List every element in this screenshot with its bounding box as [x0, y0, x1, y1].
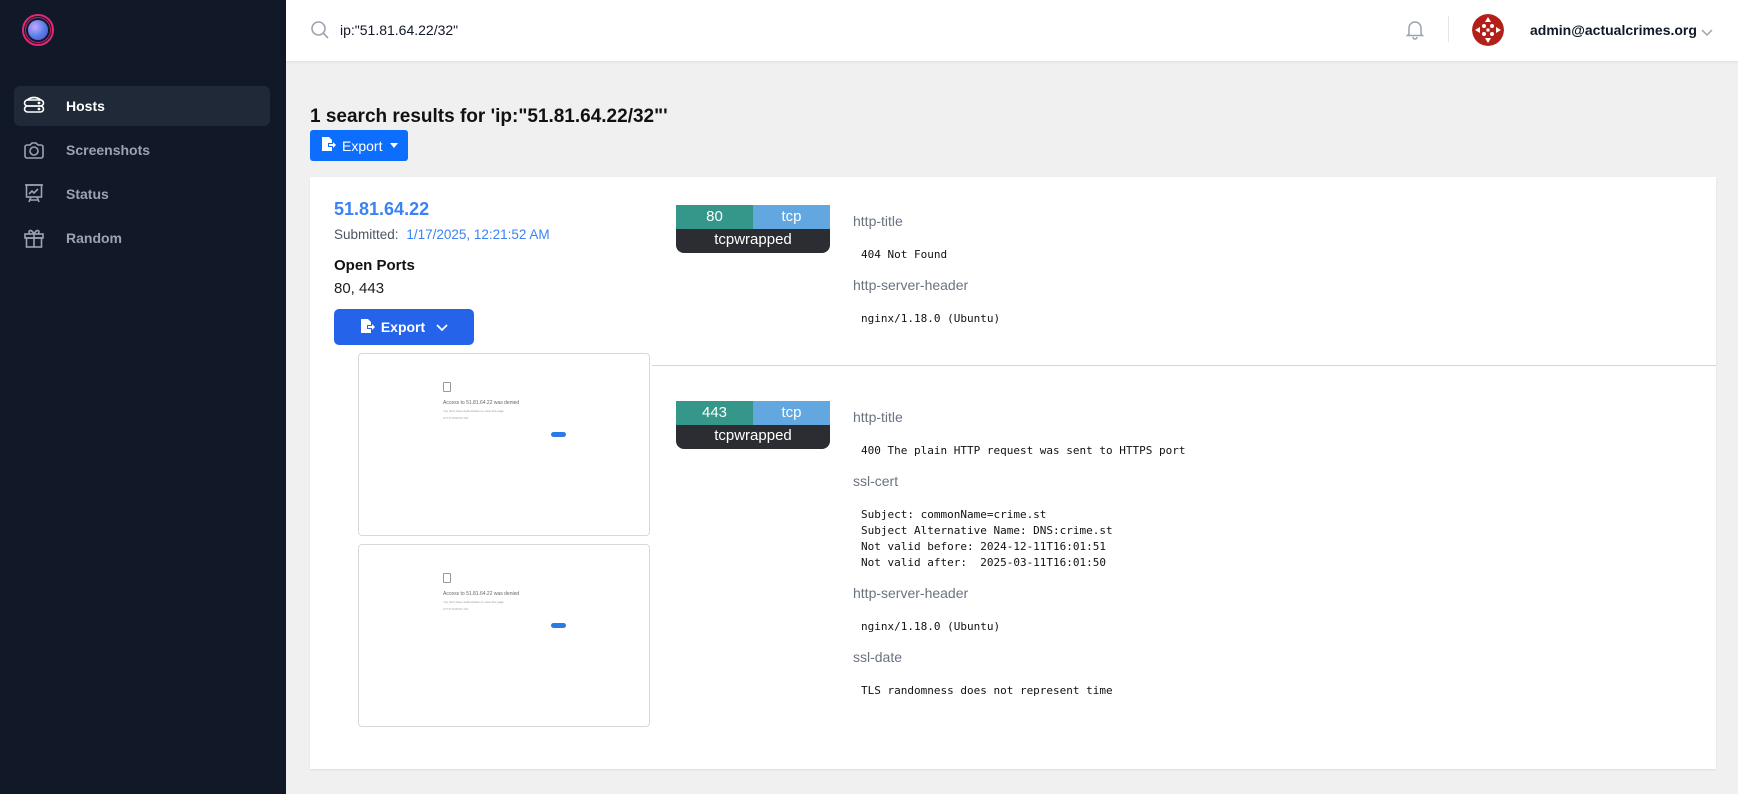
sidebar-item-label: Hosts	[66, 98, 105, 114]
screenshot-thumbnail[interactable]: Access to 51.81.64.22 was denied You don…	[358, 544, 650, 727]
export-results-button[interactable]: Export	[310, 130, 409, 161]
file-export-icon	[359, 318, 375, 337]
port-protocol: tcp	[753, 205, 830, 229]
app-logo[interactable]	[22, 14, 54, 46]
bell-icon[interactable]	[1404, 18, 1426, 45]
file-export-icon	[320, 136, 336, 155]
gift-icon	[22, 226, 46, 250]
sidebar-item-screenshots[interactable]: Screenshots	[14, 130, 270, 170]
port-number: 80	[676, 205, 753, 229]
sidebar-nav: Hosts Screenshots Status Random	[14, 86, 270, 262]
export-label: Export	[342, 137, 383, 154]
port-badge: 80 tcp tcpwrapped	[676, 205, 830, 253]
port-service: tcpwrapped	[676, 425, 830, 449]
screenshot-line: HTTP ERROR 403	[443, 607, 469, 611]
submitted-label: Submitted:	[334, 227, 399, 242]
results-title: 1 search results for 'ip:"51.81.64.22/32…	[310, 106, 668, 127]
sidebar-item-hosts[interactable]: Hosts	[14, 86, 270, 126]
port-protocol: tcp	[753, 401, 830, 425]
host-card: 51.81.64.22 Submitted: 1/17/2025, 12:21:…	[310, 177, 1716, 769]
divider	[1448, 16, 1449, 42]
sidebar-item-label: Random	[66, 230, 122, 246]
document-icon	[443, 382, 451, 392]
sidebar-item-status[interactable]: Status	[14, 174, 270, 214]
script-name: http-title	[853, 213, 903, 229]
script-results: http-title 400 The plain HTTP request wa…	[853, 407, 1186, 711]
screenshot-button	[551, 623, 566, 628]
submitted-info: Submitted: 1/17/2025, 12:21:52 AM	[334, 227, 550, 242]
script-name: http-server-header	[853, 585, 969, 601]
screenshot-line: You don't have authorization to view thi…	[443, 600, 505, 604]
script-name: http-title	[853, 409, 903, 425]
screenshot-button	[551, 432, 566, 437]
avatar[interactable]	[1472, 14, 1504, 46]
document-icon	[443, 573, 451, 583]
script-output: nginx/1.18.0 (Ubuntu)	[861, 620, 1001, 633]
script-name: ssl-cert	[853, 473, 899, 489]
open-ports-label: Open Ports	[334, 257, 415, 274]
screenshot-title: Access to 51.81.64.22 was denied	[443, 400, 520, 406]
port-divider	[652, 365, 1716, 366]
script-output: TLS randomness does not represent time	[861, 684, 1113, 697]
port-number: 443	[676, 401, 753, 425]
script-name: http-server-header	[853, 277, 969, 293]
sidebar-item-label: Status	[66, 186, 109, 202]
screenshot-thumbnail[interactable]: Access to 51.81.64.22 was denied You don…	[358, 353, 650, 536]
user-email[interactable]: admin@actualcrimes.org	[1530, 22, 1697, 38]
screenshot-line: HTTP ERROR 403	[443, 416, 469, 420]
presentation-chart-icon	[22, 182, 46, 206]
script-output: 404 Not Found	[861, 248, 948, 261]
search-icon	[310, 20, 330, 45]
sidebar: Hosts Screenshots Status Random	[0, 0, 286, 794]
script-output: nginx/1.18.0 (Ubuntu)	[861, 312, 1001, 325]
screenshot-line: You don't have authorization to view thi…	[443, 409, 505, 413]
server-stack-icon	[22, 94, 46, 118]
port-badge: 443 tcp tcpwrapped	[676, 401, 830, 449]
sidebar-item-label: Screenshots	[66, 142, 151, 158]
caret-down-icon	[390, 143, 399, 148]
export-host-button[interactable]: Export	[334, 309, 474, 345]
camera-icon	[22, 138, 46, 162]
open-ports-value: 80, 443	[334, 280, 385, 297]
top-bar: admin@actualcrimes.org	[286, 0, 1738, 61]
globe-icon	[28, 20, 48, 40]
chevron-down-icon[interactable]	[1700, 24, 1714, 42]
chevron-down-icon	[435, 319, 449, 335]
screenshot-title: Access to 51.81.64.22 was denied	[443, 591, 520, 597]
port-service: tcpwrapped	[676, 229, 830, 253]
host-ip-link[interactable]: 51.81.64.22	[334, 199, 429, 220]
submitted-date: 1/17/2025, 12:21:52 AM	[406, 227, 550, 242]
export-label: Export	[380, 319, 426, 335]
script-name: ssl-date	[853, 649, 903, 665]
script-results: http-title 404 Not Found http-server-hea…	[853, 211, 1000, 339]
script-output: Subject: commonName=crime.st Subject Alt…	[861, 508, 1113, 569]
sidebar-item-random[interactable]: Random	[14, 218, 270, 258]
search-input[interactable]	[340, 16, 940, 44]
script-output: 400 The plain HTTP request was sent to H…	[861, 444, 1186, 457]
